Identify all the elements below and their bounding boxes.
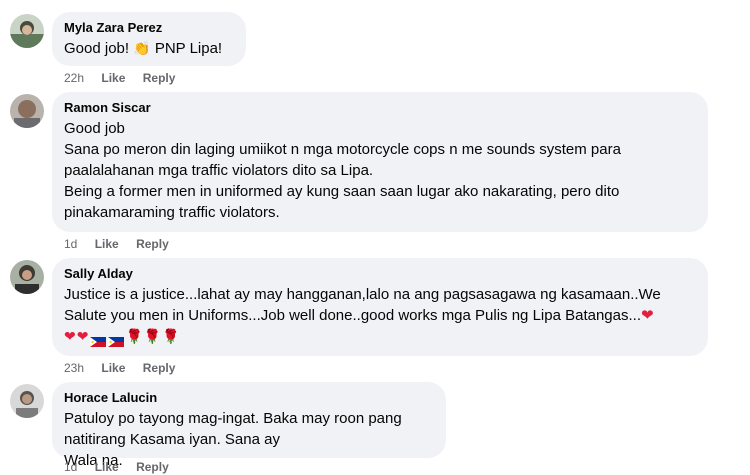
comment-timestamp[interactable]: 22h	[64, 70, 84, 86]
philippine-flag-icon	[108, 332, 125, 348]
like-button[interactable]: Like	[101, 70, 125, 86]
avatar[interactable]	[10, 94, 44, 128]
comment-actions: 22h Like Reply	[64, 70, 189, 86]
comment-text-part: PNP Lipa!	[150, 40, 223, 57]
red-heart-icon: ❤	[640, 307, 654, 324]
avatar[interactable]	[10, 14, 44, 48]
comment-text: Good job! 👏 PNP Lipa!	[64, 38, 234, 59]
reply-button[interactable]: Reply	[143, 70, 176, 86]
reply-button[interactable]: Reply	[136, 459, 169, 475]
like-button[interactable]: Like	[95, 459, 119, 475]
comment-bubble: Horace Lalucin Patuloy po tayong mag-ing…	[52, 382, 446, 469]
reply-button[interactable]: Reply	[143, 360, 176, 376]
like-button[interactable]: Like	[101, 360, 125, 376]
comment-text: Justice is a justice...lahat ay may hang…	[64, 284, 696, 326]
rose-icon: 🌹	[143, 328, 163, 344]
comment-bubble: Myla Zara Perez Good job! 👏 PNP Lipa!	[52, 12, 246, 66]
comment-author[interactable]: Sally Alday	[64, 266, 696, 282]
red-heart-icon: ❤	[76, 328, 90, 344]
clapping-hands-icon: 👏	[133, 40, 151, 56]
comment-actions: 23h Like Reply	[64, 360, 189, 376]
comment-timestamp[interactable]: 1d	[64, 459, 77, 475]
reply-button[interactable]: Reply	[136, 236, 169, 252]
comment-text-body: Justice is a justice...lahat ay may hang…	[64, 286, 661, 324]
emoji-line: ❤❤ 🌹🌹🌹	[64, 326, 696, 348]
comment-bubble: Ramon Siscar Good job Sana po meron din …	[52, 92, 708, 232]
comment-author[interactable]: Ramon Siscar	[64, 100, 696, 116]
comment-timestamp[interactable]: 1d	[64, 236, 77, 252]
comment-actions: 1d Like Reply	[64, 459, 183, 475]
comment-actions: 1d Like Reply	[64, 236, 183, 252]
rose-icon: 🌹	[125, 328, 144, 344]
rose-icon: 🌹	[162, 328, 181, 344]
avatar[interactable]	[10, 260, 44, 294]
red-heart-icon: ❤	[64, 328, 77, 344]
comment-author[interactable]: Horace Lalucin	[64, 390, 434, 406]
comment-text-part: Good job!	[64, 40, 134, 57]
comment-text: Good job Sana po meron din laging umiiko…	[64, 120, 621, 221]
comment-bubble: Sally Alday Justice is a justice...lahat…	[52, 258, 708, 356]
philippine-flag-icon	[90, 332, 107, 348]
avatar[interactable]	[10, 384, 44, 418]
like-button[interactable]: Like	[95, 236, 119, 252]
comment-timestamp[interactable]: 23h	[64, 360, 84, 376]
comment-author[interactable]: Myla Zara Perez	[64, 20, 234, 36]
